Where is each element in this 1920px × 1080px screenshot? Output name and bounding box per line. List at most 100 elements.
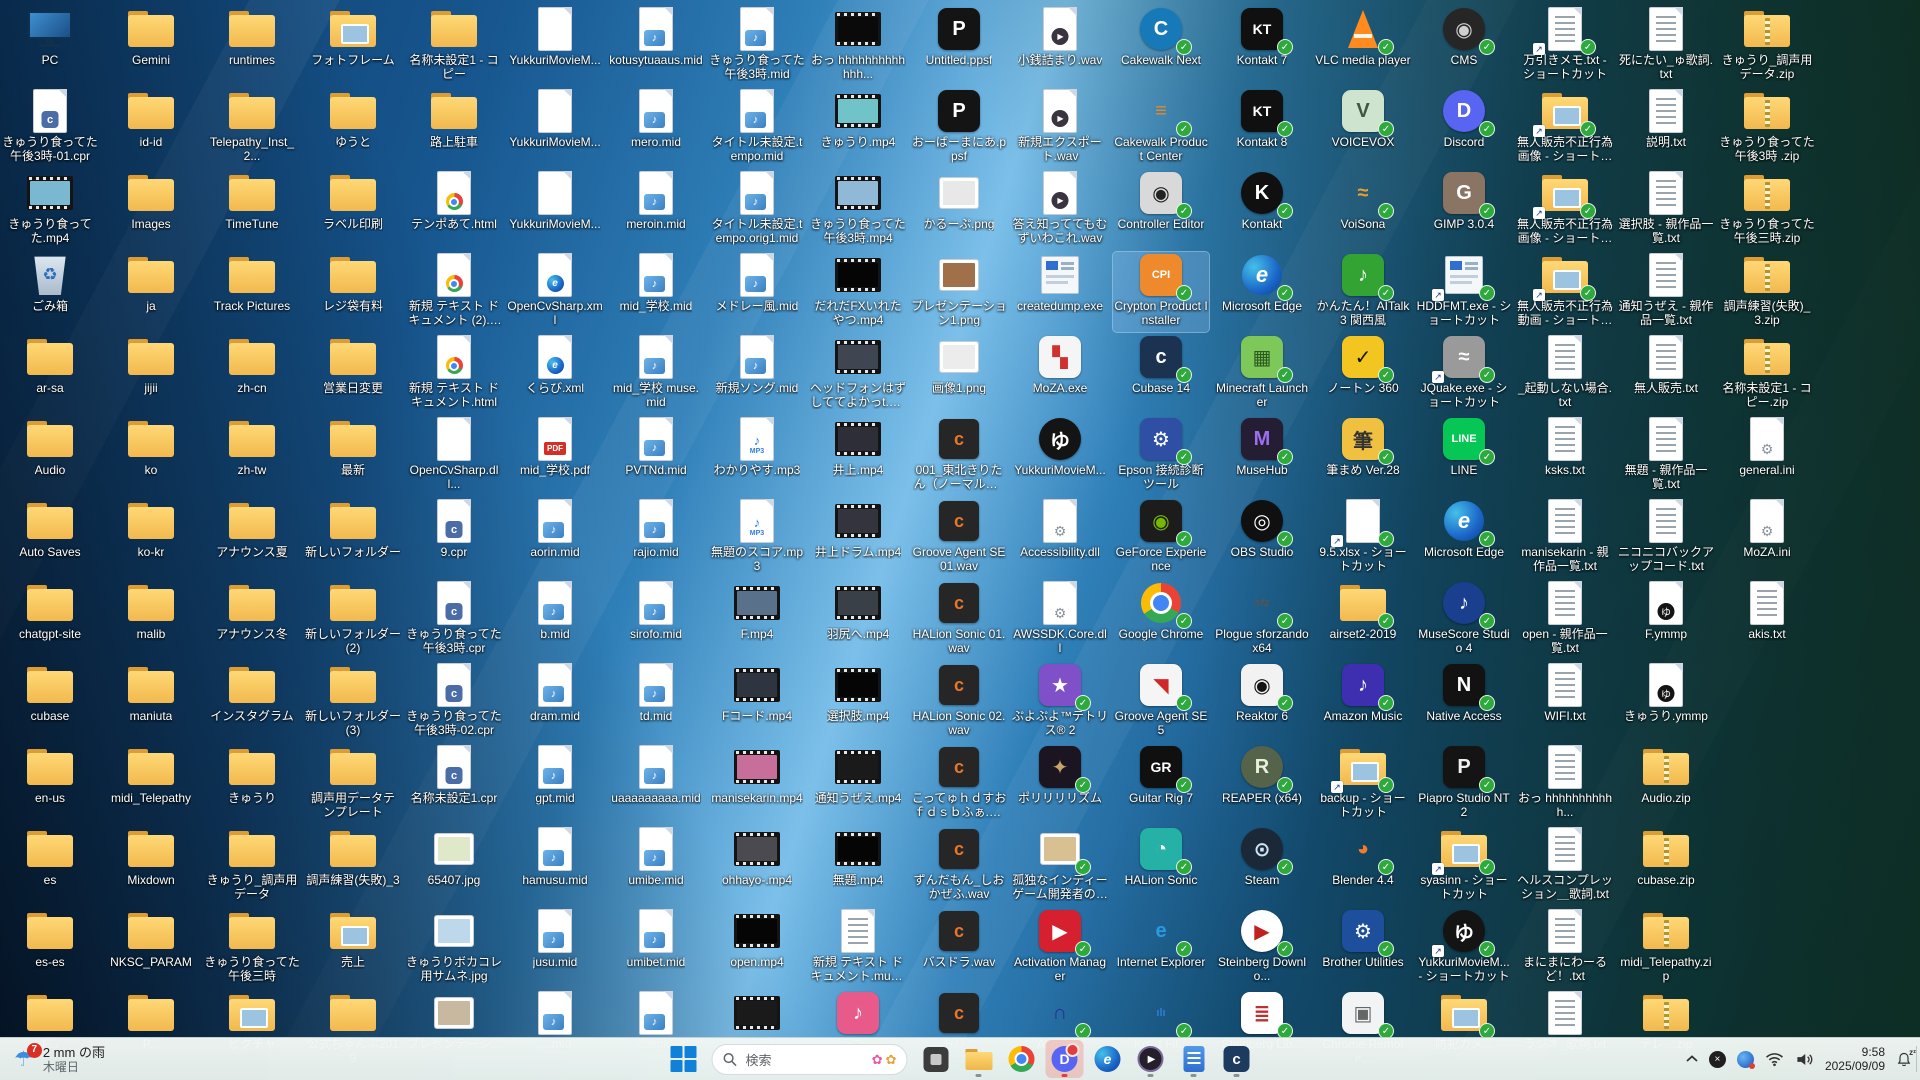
desktop-icon[interactable]: きゅうり食ってた午後3時.mp4 — [810, 170, 906, 250]
desktop-icon[interactable]: YukkuriMovieM... — [507, 88, 603, 168]
desktop-icon[interactable]: 新しいフォルダー — [305, 498, 401, 578]
cubase-button[interactable]: c — [1218, 1040, 1256, 1078]
start-button[interactable] — [665, 1040, 703, 1078]
desktop-icon[interactable]: ✓↗無人販売不正行為画像 - ショートカッ... — [1517, 88, 1613, 168]
volume-button[interactable] — [1795, 1052, 1814, 1067]
desktop-icon[interactable]: ♪✓Amazon Music — [1315, 662, 1411, 742]
desktop-icon[interactable]: V✓VOICEVOX — [1315, 88, 1411, 168]
desktop-icon[interactable]: ♪タイトル未設定.tempo.mid — [709, 88, 805, 168]
desktop-icon[interactable]: akis.txt — [1719, 580, 1815, 660]
desktop-icon[interactable]: ▶新規エクスポート.wav — [1012, 88, 1108, 168]
desktop-icon[interactable]: 選択肢 - 親作品一覧.txt — [1618, 170, 1714, 250]
desktop-icon[interactable]: ▶答え知っててもむずいわこれ.wav — [1012, 170, 1108, 250]
desktop-icon[interactable]: 井上.mp4 — [810, 416, 906, 496]
desktop-icon[interactable]: ✓✓ノートン 360 — [1315, 334, 1411, 414]
desktop-icon[interactable]: sfz✓Plogue sforzando x64 — [1214, 580, 1310, 660]
tray-globe-app[interactable] — [1737, 1051, 1754, 1068]
desktop-icon[interactable]: ゆF.ymmp — [1618, 580, 1714, 660]
desktop-icon[interactable]: ✓airset2-2019 — [1315, 580, 1411, 660]
desktop-icon[interactable]: es — [2, 826, 98, 906]
desktop-icon[interactable]: きゅうり.mp4 — [810, 88, 906, 168]
desktop-icon[interactable]: 無題.mp4 — [810, 826, 906, 906]
desktop-icon[interactable]: Gemini — [103, 6, 199, 86]
desktop-icon[interactable]: eOpenCvSharp.xml — [507, 252, 603, 332]
desktop-icon[interactable]: ♪新規ソング.mid — [709, 334, 805, 414]
desktop-icon[interactable]: ⚙general.ini — [1719, 416, 1815, 496]
desktop-icon[interactable]: 説明.txt — [1618, 88, 1714, 168]
desktop-icon[interactable]: createdump.exe — [1012, 252, 1108, 332]
desktop-icon[interactable]: ♪gpt.mid — [507, 744, 603, 824]
desktop-icon[interactable]: 調声練習(失敗)_3.zip — [1719, 252, 1815, 332]
desktop-icon[interactable]: ✦✓ポリリリリズム — [1012, 744, 1108, 824]
desktop-icon[interactable]: YukkuriMovieM... — [507, 6, 603, 86]
desktop-icon[interactable]: zh-cn — [204, 334, 300, 414]
network-button[interactable] — [1765, 1052, 1784, 1067]
desktop-icon[interactable]: 調声用データテンプレート — [305, 744, 401, 824]
desktop-icon[interactable]: ksks.txt — [1517, 416, 1613, 496]
desktop-icon[interactable]: es-es — [2, 908, 98, 988]
desktop-icon[interactable]: ar-sa — [2, 334, 98, 414]
desktop-icon[interactable]: 新規 テキスト ドキュメント.html — [406, 334, 502, 414]
desktop-icon[interactable]: cubase — [2, 662, 98, 742]
desktop-icon[interactable]: ◉✓GeForce Experience — [1113, 498, 1209, 578]
desktop-icon[interactable]: D✓Discord — [1416, 88, 1512, 168]
desktop-icon[interactable]: open.mp4 — [709, 908, 805, 988]
desktop-icon[interactable]: GR✓Guitar Rig 7 — [1113, 744, 1209, 824]
desktop-icon[interactable]: ▶小銭詰まり.wav — [1012, 6, 1108, 86]
desktop-icon[interactable]: 名称未設定1 - コピー — [406, 6, 502, 86]
desktop-icon[interactable]: ♪meroin.mid — [608, 170, 704, 250]
desktop-icon[interactable]: C✓Cakewalk Next — [1113, 6, 1209, 86]
desktop-icon[interactable]: ⚙✓Epson 接続診断ツール — [1113, 416, 1209, 496]
desktop-icon[interactable]: 無題 - 親作品一覧.txt — [1618, 416, 1714, 496]
desktop-icon[interactable]: PDFmid_学校.pdf — [507, 416, 603, 496]
desktop-icon[interactable]: 選択肢.mp4 — [810, 662, 906, 742]
desktop-icon[interactable]: ヘルスコンプレッション＿歌詞.txt — [1517, 826, 1613, 906]
desktop-icon[interactable]: PC — [2, 6, 98, 86]
desktop-icon[interactable]: ★✓ぷよぷよ™テトリス® 2 — [1012, 662, 1108, 742]
desktop-icon[interactable]: 筆✓筆まめ Ver.28 — [1315, 416, 1411, 496]
desktop-icon[interactable]: ✓VLC media player — [1315, 6, 1411, 86]
desktop-icon[interactable]: Fコード.mp4 — [709, 662, 805, 742]
desktop-icon[interactable]: ⚙MoZA.ini — [1719, 498, 1815, 578]
desktop-icon[interactable]: cきゅうり食ってた午後3時.cpr — [406, 580, 502, 660]
desktop-icon[interactable]: きゅうり食ってた.mp4 — [2, 170, 98, 250]
desktop-icon[interactable]: maniuta — [103, 662, 199, 742]
desktop-icon[interactable]: jijii — [103, 334, 199, 414]
desktop-icon[interactable]: ♪dram.mid — [507, 662, 603, 742]
desktop-icon[interactable]: manisekarin - 親作品一覧.txt — [1517, 498, 1613, 578]
desktop-icon[interactable]: Track Pictures — [204, 252, 300, 332]
tray-overflow-chevron[interactable] — [1686, 1055, 1698, 1063]
desktop-icon[interactable]: ◔✓HALion Sonic — [1113, 826, 1209, 906]
desktop-icon[interactable]: きゅうり食ってた午後三時.zip — [1719, 170, 1815, 250]
desktop-icon[interactable]: ⚙✓Brother Utilities — [1315, 908, 1411, 988]
desktop-icon[interactable]: ♪umibe.mid — [608, 826, 704, 906]
desktop-icon[interactable]: きゅうり — [204, 744, 300, 824]
desktop-icon[interactable]: 調声練習(失敗)_3 — [305, 826, 401, 906]
desktop-icon[interactable]: zh-tw — [204, 416, 300, 496]
desktop-icon[interactable]: きゅうり食ってた午後三時 — [204, 908, 300, 988]
desktop-icon[interactable]: 新規 テキスト ドキュメント.musicxml — [810, 908, 906, 988]
desktop-icon[interactable]: ♪mid_学校 muse.mid — [608, 334, 704, 414]
desktop-icon[interactable]: ゆYukkuriMovieM... — [1012, 416, 1108, 496]
desktop-icon[interactable]: ko-kr — [103, 498, 199, 578]
desktop-icon[interactable]: アナウンス冬 — [204, 580, 300, 660]
desktop-icon[interactable]: CPI✓Crypton Product Installer — [1113, 252, 1209, 332]
desktop-icon[interactable]: cずんだもん_しおかぜふ.wav — [911, 826, 1007, 906]
desktop-icon[interactable]: ◉✓Controller Editor — [1113, 170, 1209, 250]
desktop-icon[interactable]: かるーぷ.png — [911, 170, 1007, 250]
desktop-icon[interactable]: 新規 テキスト ドキュメント (2).html — [406, 252, 502, 332]
desktop-icon[interactable]: 路上駐車 — [406, 88, 502, 168]
desktop-icon[interactable]: 通知うぜえ - 親作品一覧.txt — [1618, 252, 1714, 332]
desktop-icon[interactable]: ヘッドフォンはずしててよかっt.mp4 — [810, 334, 906, 414]
desktop-icon[interactable]: cHALion Sonic 01.wav — [911, 580, 1007, 660]
desktop-icon[interactable]: きゅうりボカコレ用サムネ.jpg — [406, 908, 502, 988]
desktop-icon[interactable]: ✓↗syasinn - ショートカット — [1416, 826, 1512, 906]
desktop-icon[interactable]: 無人販売.txt — [1618, 334, 1714, 414]
notepad-button[interactable] — [1175, 1040, 1213, 1078]
desktop-icon[interactable]: P✓Piapro Studio NT2 — [1416, 744, 1512, 824]
desktop-icon[interactable]: ♪hamusu.mid — [507, 826, 603, 906]
media-player-button[interactable]: ▶ — [1132, 1040, 1170, 1078]
desktop-icon[interactable]: ✓孤独なインディーゲーム開発者の一生 ... — [1012, 826, 1108, 906]
desktop-icon[interactable]: ゆ✓↗YukkuriMovieM... - ショートカット — [1416, 908, 1512, 988]
notification-center-button[interactable]: zᶻ — [1896, 1051, 1912, 1068]
